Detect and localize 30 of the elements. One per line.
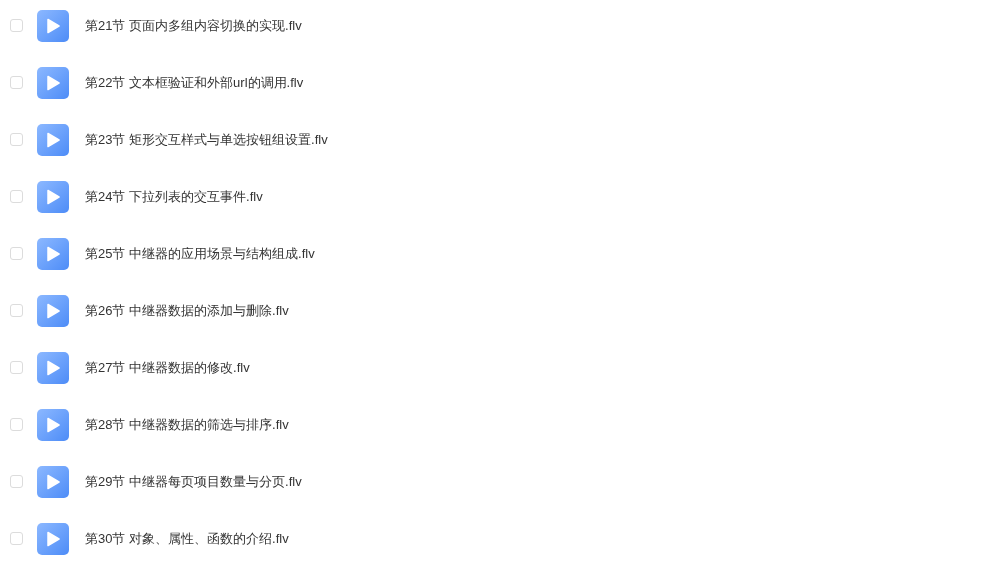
- checkbox[interactable]: [10, 247, 23, 260]
- checkbox[interactable]: [10, 532, 23, 545]
- file-name[interactable]: 第24节 下拉列表的交互事件.flv: [85, 186, 263, 207]
- video-file-icon: [37, 408, 69, 441]
- file-name[interactable]: 第21节 页面内多组内容切换的实现.flv: [85, 15, 302, 36]
- video-file-icon: [37, 294, 69, 327]
- checkbox[interactable]: [10, 361, 23, 374]
- checkbox[interactable]: [10, 418, 23, 431]
- file-name[interactable]: 第26节 中继器数据的添加与删除.flv: [85, 300, 289, 321]
- checkbox[interactable]: [10, 304, 23, 317]
- video-file-icon: [37, 66, 69, 99]
- checkbox[interactable]: [10, 133, 23, 146]
- file-name[interactable]: 第25节 中继器的应用场景与结构组成.flv: [85, 243, 315, 264]
- checkbox[interactable]: [10, 76, 23, 89]
- file-name[interactable]: 第22节 文本框验证和外部url的调用.flv: [85, 72, 304, 93]
- video-file-icon: [37, 237, 69, 270]
- checkbox[interactable]: [10, 190, 23, 203]
- video-file-icon: [37, 465, 69, 498]
- checkbox[interactable]: [10, 19, 23, 32]
- file-name[interactable]: 第23节 矩形交互样式与单选按钮组设置.flv: [85, 129, 328, 150]
- video-file-icon: [37, 123, 69, 156]
- file-name[interactable]: 第28节 中继器数据的筛选与排序.flv: [85, 414, 289, 435]
- video-file-icon: [37, 351, 69, 384]
- video-file-icon: [37, 9, 69, 42]
- video-file-icon: [37, 180, 69, 213]
- file-name[interactable]: 第29节 中继器每页项目数量与分页.flv: [85, 471, 302, 492]
- video-file-icon: [37, 522, 69, 555]
- file-name[interactable]: 第27节 中继器数据的修改.flv: [85, 357, 250, 378]
- file-name[interactable]: 第30节 对象、属性、函数的介绍.flv: [85, 528, 289, 549]
- checkbox[interactable]: [10, 475, 23, 488]
